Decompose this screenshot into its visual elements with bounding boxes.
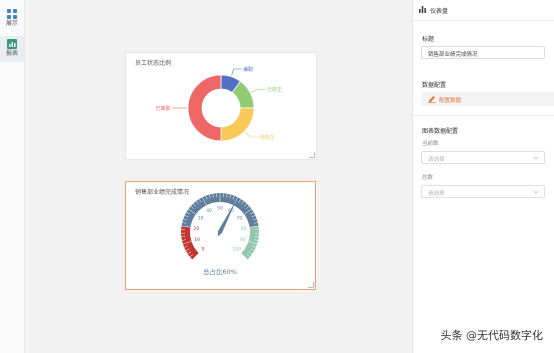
rail-item-display-label: 展示	[5, 20, 18, 27]
pie-label-line	[231, 68, 242, 76]
panel-divider	[413, 115, 554, 116]
pie-slice[interactable]	[187, 74, 222, 142]
gauge-tick-label: 50	[217, 206, 223, 212]
grid-icon	[7, 9, 17, 19]
total-value-label: 总数	[422, 175, 434, 181]
pie-slice-label: 兼职	[243, 66, 253, 73]
chart-data-config-label: 图表数据配置	[422, 128, 459, 135]
pie-chart-card[interactable]: 员工状态比例 兼职 已转正 待转正 已离职	[125, 52, 317, 160]
watermark-text: 头条 @无代码数字化	[440, 329, 544, 342]
current-value-label: 当前数	[422, 141, 439, 147]
report-icon	[7, 39, 17, 49]
resize-handle[interactable]	[309, 152, 315, 158]
rail-item-report[interactable]: 报表	[0, 36, 24, 62]
bar-chart-icon	[419, 6, 426, 13]
gauge-tick-label: 40	[206, 208, 212, 214]
total-value-placeholder: 请选择	[428, 191, 445, 197]
pie-chart: 兼职已转正待转正 已离职	[155, 66, 282, 142]
edit-icon	[428, 96, 436, 103]
gauge-chart: 0102030405060708090100总占比60%	[181, 192, 259, 276]
left-rail: 展示 报表	[0, 0, 25, 353]
gauge-tick-label: 90	[240, 237, 246, 243]
gauge-chart-card[interactable]: 销售部业绩完成情况 0102030405060708090100总占比60%	[125, 181, 316, 290]
gauge-tick-label: 0	[202, 247, 205, 253]
config-data-button-label: 配置数据	[439, 98, 462, 104]
gauge-tick-label: 20	[193, 226, 199, 232]
gauge-tick-label: 10	[194, 237, 200, 243]
gauge-detail-text: 总占比60%	[203, 267, 237, 276]
pie-slice-label: 待转正	[259, 134, 274, 141]
chevron-down-icon	[533, 156, 539, 160]
title-input[interactable]: 销售部业绩完成情况	[421, 46, 545, 59]
gauge-tick-label: 70	[237, 215, 243, 221]
chevron-down-icon	[533, 190, 539, 194]
gauge-tick-label: 30	[198, 215, 204, 221]
gauge-tick-label: 80	[241, 226, 247, 232]
pie-label-line	[251, 89, 266, 93]
title-label: 标题	[422, 36, 435, 43]
gauge-tick-label: 100	[233, 247, 242, 253]
current-value-placeholder: 请选择	[428, 157, 445, 163]
resize-handle[interactable]	[308, 282, 314, 288]
pie-slice-label: 已转正	[267, 86, 282, 93]
rail-item-report-label: 报表	[5, 50, 18, 57]
data-config-label: 数据配置	[422, 82, 447, 89]
panel-header: 仪表盘	[413, 0, 554, 21]
gauge-needle	[217, 199, 237, 237]
dashboard-canvas: 员工状态比例 兼职 已转正 待转正 已离职 销售部业绩完成情况 0 10 20 30 40 50…	[25, 0, 412, 353]
rail-item-display[interactable]: 展示	[0, 6, 24, 32]
panel-header-title: 仪表盘	[430, 8, 449, 15]
pie-slice-label: 已离职	[155, 105, 170, 112]
property-panel: 仪表盘 标题 销售部业绩完成情况 数据配置 配置数据 图表数据配置 当前数 请选…	[412, 0, 554, 353]
current-value-select[interactable]: 请选择	[421, 151, 545, 164]
total-value-select[interactable]: 请选择	[421, 185, 545, 198]
pie-label-line	[244, 131, 258, 138]
config-data-button[interactable]: 配置数据	[421, 92, 554, 106]
